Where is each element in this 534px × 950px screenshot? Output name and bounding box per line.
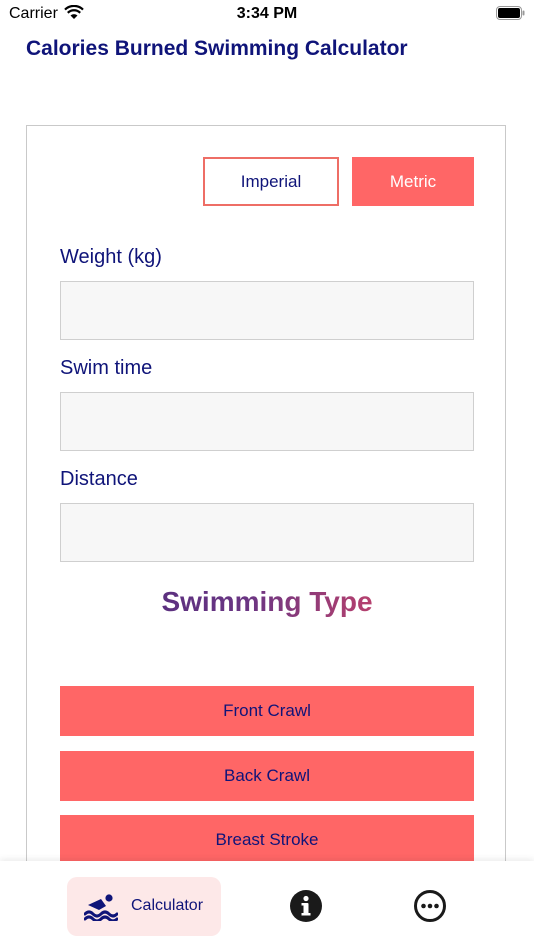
tab-calculator-label: Calculator xyxy=(131,897,204,914)
status-bar: Carrier 3:34 PM xyxy=(0,0,534,30)
swim-time-label: Swim time xyxy=(60,357,153,379)
front-crawl-button[interactable]: Front Crawl xyxy=(60,686,474,736)
tab-bar: Calculator xyxy=(0,861,534,950)
front-crawl-label: Front Crawl xyxy=(223,701,311,720)
back-crawl-label: Back Crawl xyxy=(224,766,310,785)
imperial-button-label: Imperial xyxy=(240,171,302,191)
battery-icon xyxy=(496,6,525,20)
imperial-button[interactable]: Imperial xyxy=(203,157,339,206)
swimming-type-title: Swimming Type xyxy=(60,586,474,618)
distance-input[interactable] xyxy=(60,503,474,562)
tab-calculator[interactable]: Calculator xyxy=(67,877,221,936)
breast-stroke-label: Breast Stroke xyxy=(215,830,319,849)
more-icon[interactable] xyxy=(413,889,447,923)
weight-label: Weight (kg) xyxy=(60,246,162,268)
swim-time-input[interactable] xyxy=(60,392,474,451)
breast-stroke-button[interactable]: Breast Stroke xyxy=(60,815,474,865)
swimmer-icon xyxy=(84,894,118,921)
back-crawl-button[interactable]: Back Crawl xyxy=(60,751,474,801)
distance-label: Distance xyxy=(60,468,138,490)
metric-button[interactable]: Metric xyxy=(352,157,474,206)
clock-label: 3:34 PM xyxy=(236,5,298,22)
info-icon[interactable] xyxy=(289,889,323,923)
page-title: Calories Burned Swimming Calculator xyxy=(26,37,408,60)
metric-button-label: Metric xyxy=(389,171,437,191)
weight-input[interactable] xyxy=(60,281,474,340)
